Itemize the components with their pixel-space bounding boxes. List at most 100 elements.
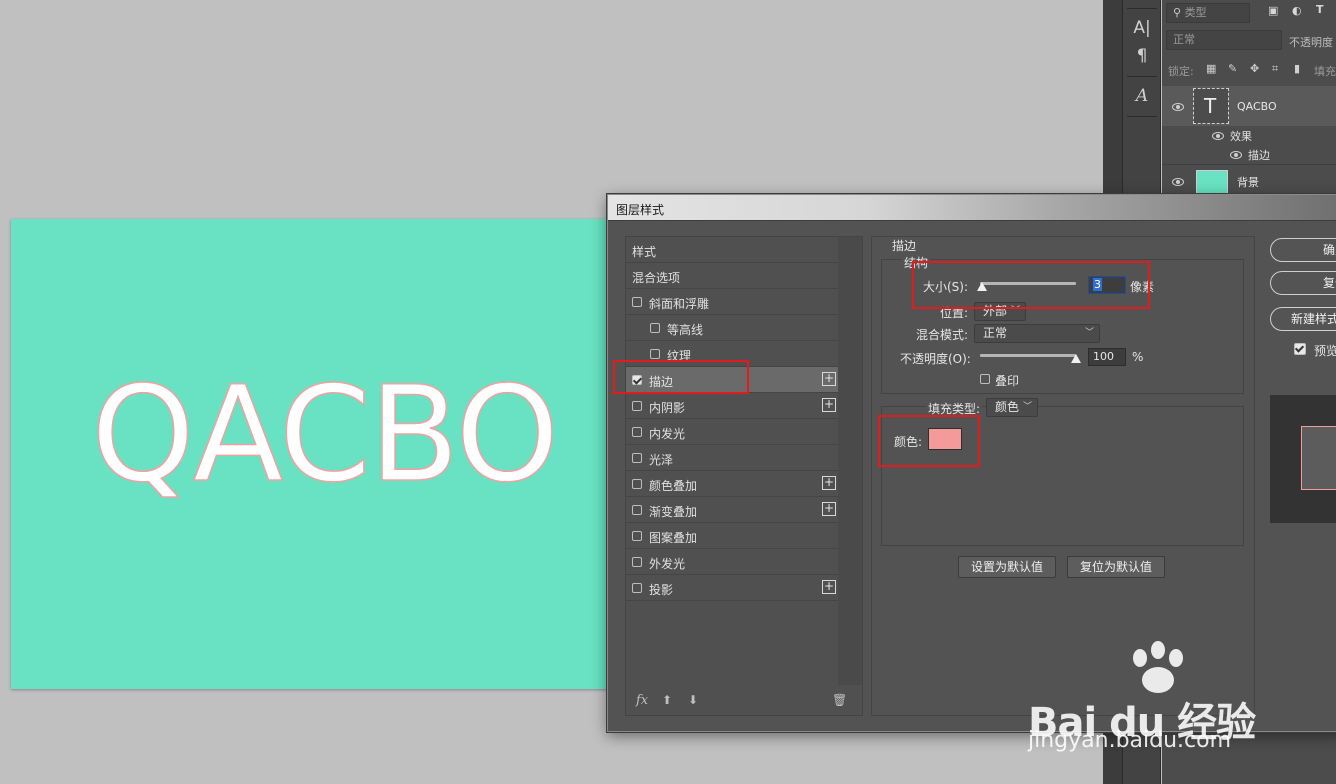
effects-eye-icon[interactable] [1212, 132, 1224, 140]
style-row[interactable]: 内阴影 + [626, 393, 838, 419]
style-row[interactable]: 外发光 [626, 549, 838, 575]
style-label: 混合选项 [632, 271, 681, 285]
styles-list: 样式 混合选项 斜面和浮雕 等高线 纹理 描边 + 内阴影 + 内发光 光泽 颜色叠加 + 渐变叠加 + 图案… [625, 236, 863, 716]
style-checkbox[interactable] [632, 427, 642, 437]
style-row[interactable]: 等高线 [626, 315, 838, 341]
lock-label: 锁定: [1168, 65, 1194, 78]
move-down-icon[interactable]: ⬇ [688, 693, 698, 707]
add-style-instance-icon[interactable]: + [822, 476, 836, 490]
style-label: 内阴影 [649, 401, 686, 415]
lock-position-icon[interactable]: ✥ [1250, 62, 1259, 75]
background-layer-thumbnail [1196, 170, 1228, 194]
style-row[interactable]: 渐变叠加 + [626, 497, 838, 523]
style-label: 光泽 [649, 453, 674, 467]
blend-mode-select[interactable]: 正常 [1166, 30, 1282, 50]
style-checkbox[interactable] [632, 401, 642, 411]
style-checkbox[interactable] [632, 479, 642, 489]
style-checkbox[interactable] [632, 583, 642, 593]
style-label: 颜色叠加 [649, 479, 698, 493]
reset-default-button[interactable]: 复位为默认值 [1067, 556, 1165, 578]
paw-logo-icon [1133, 641, 1183, 693]
layer-row-text[interactable]: T QACBO [1162, 86, 1336, 126]
style-preview-box [1270, 395, 1336, 523]
overprint-checkbox[interactable] [980, 374, 990, 384]
opacity-slider-knob[interactable] [1071, 354, 1081, 363]
dialog-titlebar[interactable]: 图层样式 [608, 195, 1336, 221]
highlight-size-row [912, 261, 1150, 309]
fill-type-select[interactable]: 颜色 ﹀ [986, 398, 1038, 417]
text-layer-thumbnail: T [1193, 88, 1229, 124]
text-layer-t-icon: T [1204, 94, 1217, 118]
style-row[interactable]: 投影 + [626, 575, 838, 601]
overprint-label: 叠印 [995, 374, 1020, 388]
style-checkbox[interactable] [632, 557, 642, 567]
style-row[interactable]: 光泽 [626, 445, 838, 471]
new-style-button[interactable]: 新建样式... [1270, 307, 1336, 331]
layer-filter-field[interactable]: ⚲ 类型 [1166, 3, 1250, 23]
trash-icon[interactable]: 🗑 [832, 693, 847, 707]
move-up-icon[interactable]: ⬆ [662, 693, 672, 707]
opacity-input[interactable]: 100 [1088, 348, 1126, 366]
stroke-effect-eye-icon[interactable] [1230, 151, 1242, 159]
lock-brush-icon[interactable]: ✎ [1228, 62, 1237, 75]
layer-row-background[interactable]: 背景 [1162, 166, 1336, 196]
opacity-slider-track[interactable] [980, 354, 1076, 357]
document-canvas[interactable]: QACBO [11, 219, 611, 689]
ok-button[interactable]: 确定 [1270, 238, 1336, 262]
blend-mode-value: 正常 [1173, 33, 1195, 46]
visibility-eye-icon[interactable] [1172, 103, 1184, 111]
image-filter-icon[interactable]: ▣ [1268, 4, 1278, 17]
canvas-text-qacbo: QACBO [90, 358, 560, 512]
lock-artboard-icon[interactable]: ⌗ [1272, 62, 1278, 76]
fill-type-value: 颜色 [995, 400, 1020, 414]
preview-checkbox[interactable] [1294, 343, 1306, 355]
styles-list-scrollbar[interactable] [838, 237, 862, 685]
type-filter-icon[interactable]: T [1316, 3, 1324, 16]
layer-effects-group: 效果 描边 [1162, 127, 1336, 163]
chevron-down-icon: ﹀ [1022, 402, 1032, 412]
style-checkbox[interactable] [632, 505, 642, 515]
blend-mode-value: 正常 [983, 326, 1008, 340]
lock-pixels-icon[interactable]: ▦ [1206, 62, 1216, 75]
chevron-down-icon: ﹀ [1084, 328, 1094, 338]
fx-icon[interactable]: fx [636, 693, 648, 708]
tools-separator [1127, 76, 1157, 77]
highlight-stroke-row [613, 360, 749, 394]
style-row[interactable]: 图案叠加 [626, 523, 838, 549]
effects-label: 效果 [1230, 130, 1252, 143]
reset-button[interactable]: 复位 [1270, 271, 1336, 295]
style-row[interactable]: 样式 [626, 237, 838, 263]
style-label: 投影 [649, 583, 674, 597]
layer-name-text: QACBO [1237, 100, 1277, 113]
style-label: 等高线 [667, 323, 704, 337]
style-row[interactable]: 斜面和浮雕 [626, 289, 838, 315]
style-row[interactable]: 混合选项 [626, 263, 838, 289]
style-label: 样式 [632, 245, 657, 259]
add-style-instance-icon[interactable]: + [822, 372, 836, 386]
tools-separator [1127, 8, 1157, 9]
style-label: 外发光 [649, 557, 686, 571]
style-checkbox[interactable] [632, 531, 642, 541]
style-label: 斜面和浮雕 [649, 297, 710, 311]
style-checkbox[interactable] [650, 349, 660, 359]
layer-filter-label: 类型 [1184, 6, 1207, 19]
style-preview-thumbnail [1301, 426, 1336, 490]
set-default-button[interactable]: 设置为默认值 [958, 556, 1056, 578]
paragraph-icon[interactable]: ¶ [1123, 46, 1161, 66]
blend-mode-select[interactable]: 正常 ﹀ [974, 324, 1100, 343]
highlight-color-row [878, 415, 980, 467]
glyph-icon[interactable]: A [1123, 86, 1161, 106]
style-row[interactable]: 颜色叠加 + [626, 471, 838, 497]
style-checkbox[interactable] [632, 453, 642, 463]
adjustment-filter-icon[interactable]: ◐ [1292, 4, 1302, 17]
add-style-instance-icon[interactable]: + [822, 502, 836, 516]
lock-all-icon[interactable]: ▮ [1294, 62, 1300, 75]
opacity-unit: % [1132, 350, 1144, 364]
style-checkbox[interactable] [650, 323, 660, 333]
visibility-eye-icon[interactable] [1172, 178, 1184, 186]
add-style-instance-icon[interactable]: + [822, 580, 836, 594]
char-panel-icon[interactable]: A| [1123, 18, 1161, 38]
style-row[interactable]: 内发光 [626, 419, 838, 445]
add-style-instance-icon[interactable]: + [822, 398, 836, 412]
style-checkbox[interactable] [632, 297, 642, 307]
